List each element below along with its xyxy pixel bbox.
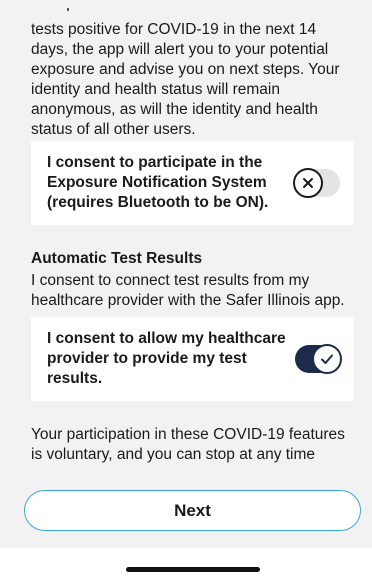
toggle-knob (293, 168, 323, 198)
automatic-test-results-description: I consent to connect test results from m… (31, 272, 345, 309)
next-button[interactable]: Next (24, 490, 361, 531)
scroll-content[interactable]: tests positive for COVID-19 in the next … (0, 0, 372, 475)
intro-text: tests positive for COVID-19 in the next … (31, 21, 340, 138)
provider-consent-toggle[interactable] (295, 344, 342, 374)
exposure-consent-label: I consent to participate in the Exposure… (47, 154, 269, 211)
home-indicator[interactable] (126, 567, 260, 572)
automatic-test-results-title: Automatic Test Results (31, 250, 203, 267)
exposure-consent-card: I consent to participate in the Exposure… (31, 141, 354, 225)
voluntary-text: Your participation in these COVID-19 fea… (31, 426, 345, 463)
stray-mark (67, 8, 69, 11)
toggle-knob (312, 344, 342, 374)
provider-consent-label: I consent to allow my healthcare provide… (47, 330, 286, 387)
x-icon (303, 178, 313, 188)
home-indicator-area (0, 548, 372, 578)
checkmark-icon (321, 354, 333, 364)
exposure-consent-toggle[interactable] (293, 168, 340, 198)
provider-consent-card: I consent to allow my healthcare provide… (31, 317, 354, 401)
